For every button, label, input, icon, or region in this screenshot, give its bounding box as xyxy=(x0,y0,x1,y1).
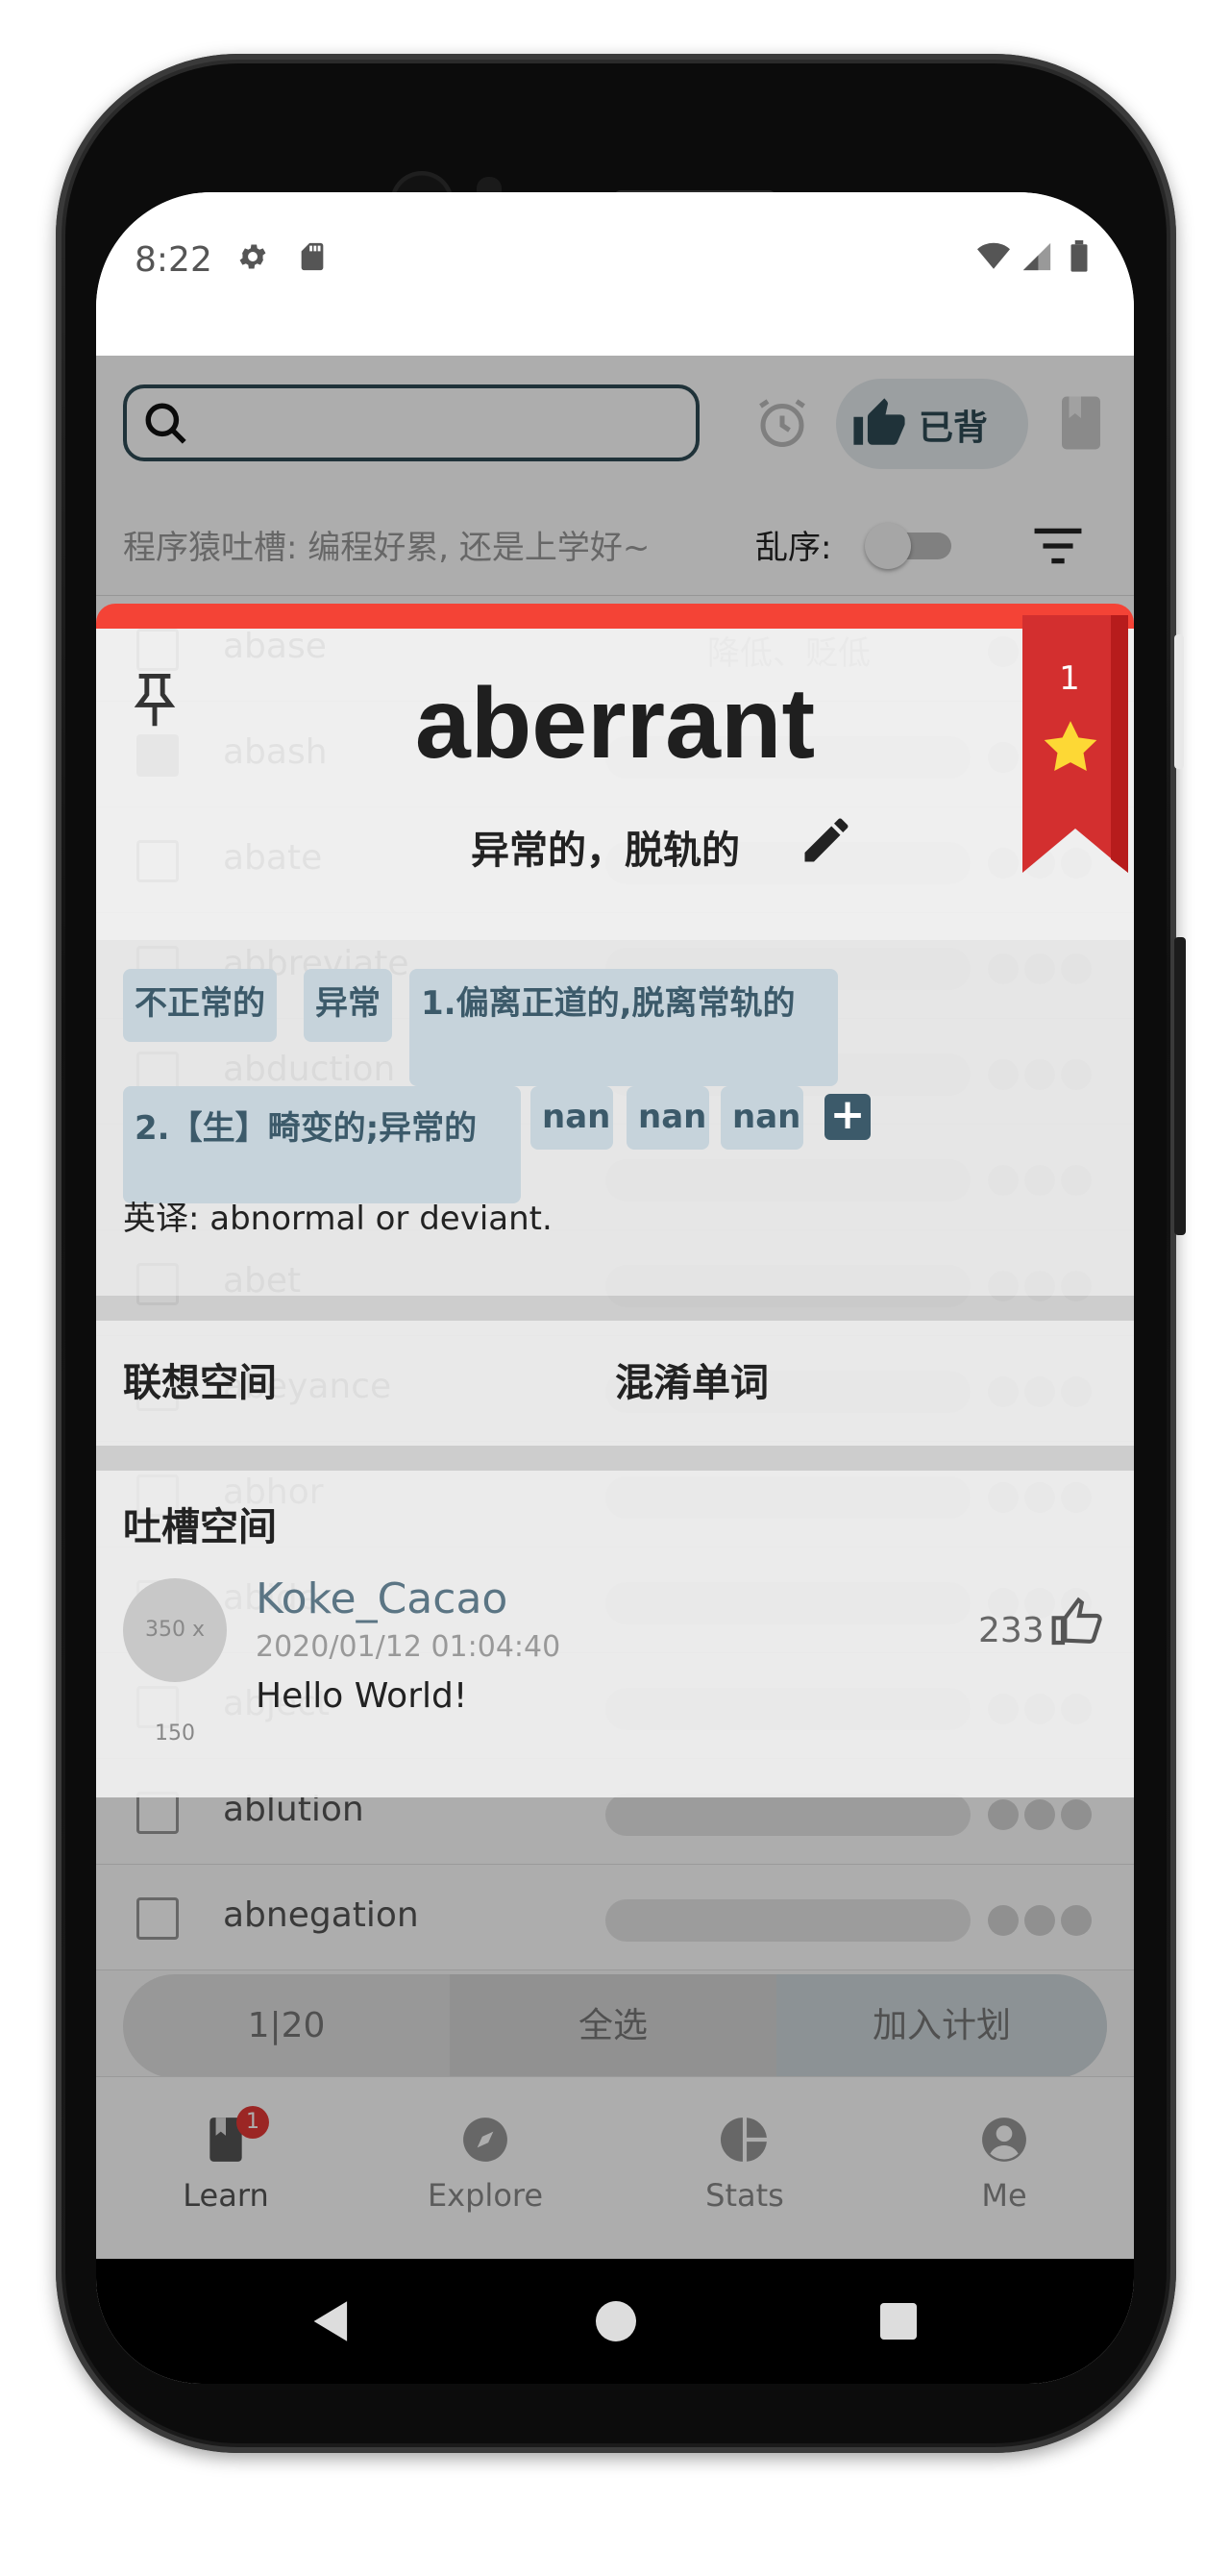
wifi-icon xyxy=(977,242,1010,269)
comment-like-count: 233 xyxy=(978,1611,1045,1650)
edit-icon[interactable] xyxy=(798,811,855,869)
thumb-up-outline-icon[interactable] xyxy=(1047,1596,1105,1649)
battery-icon xyxy=(1070,240,1088,272)
word-detail-dialog: aberrant 异常的，脱轨的 1 不正常的 异常 1.偏离正道的,脱离常轨的… xyxy=(96,604,1134,1797)
tag-chip[interactable]: 2.【生】畸变的;异常的 xyxy=(123,1086,521,1203)
comments-section: 吐槽空间 350 x 150 Koke_Cacao 2020/01/12 01:… xyxy=(96,1471,1134,1797)
system-navigation-bar xyxy=(96,2259,1134,2384)
association-section: 联想空间 混淆单词 xyxy=(96,1321,1134,1446)
status-time: 8:22 xyxy=(135,240,212,280)
comments-title: 吐槽空间 xyxy=(123,1505,277,1549)
confusing-words-title: 混淆单词 xyxy=(615,1361,769,1405)
section-divider xyxy=(96,1296,1134,1321)
tag-chip[interactable]: 不正常的 xyxy=(123,969,277,1042)
home-icon[interactable] xyxy=(596,2301,636,2341)
english-translation: 英译: abnormal or deviant. xyxy=(123,1200,553,1238)
status-bar: 8:22 xyxy=(96,192,1134,356)
signal-icon xyxy=(1022,242,1051,271)
tag-chip[interactable]: 1.偏离正道的,脱离常轨的 xyxy=(409,969,838,1086)
add-tag-button[interactable]: + xyxy=(824,1094,871,1140)
volume-button xyxy=(1174,937,1186,1235)
power-button xyxy=(1174,634,1184,769)
recents-icon[interactable] xyxy=(880,2303,917,2340)
tag-chip[interactable]: nan xyxy=(627,1086,709,1150)
tag-chip[interactable]: nan xyxy=(721,1086,803,1150)
tag-chip[interactable]: nan xyxy=(530,1086,613,1150)
gear-icon xyxy=(239,244,266,269)
phone-screen: 8:22 已背 程序猿吐槽: 编程好累, 还是上学好~ 乱序: ablution… xyxy=(96,192,1134,2384)
avatar[interactable]: 350 x 150 xyxy=(123,1578,227,1746)
dialog-header: aberrant 异常的，脱轨的 1 xyxy=(96,604,1134,940)
star-icon xyxy=(1044,721,1097,771)
tag-chip[interactable]: 异常 xyxy=(304,969,392,1042)
comment-timestamp: 2020/01/12 01:04:40 xyxy=(256,1630,561,1664)
favorite-ribbon[interactable]: 1 xyxy=(1022,615,1128,873)
section-divider xyxy=(96,1446,1134,1471)
tags-section: 不正常的 异常 1.偏离正道的,脱离常轨的 2.【生】畸变的;异常的 nan n… xyxy=(96,940,1134,1296)
ribbon-count: 1 xyxy=(1059,659,1080,698)
comment-text: Hello World! xyxy=(256,1676,468,1716)
association-title: 联想空间 xyxy=(123,1361,277,1405)
sd-card-icon xyxy=(301,242,324,271)
back-icon[interactable] xyxy=(309,2299,354,2343)
comment-username[interactable]: Koke_Cacao xyxy=(256,1574,507,1623)
word-title: aberrant xyxy=(414,668,816,780)
word-meaning: 异常的，脱轨的 xyxy=(471,829,740,873)
